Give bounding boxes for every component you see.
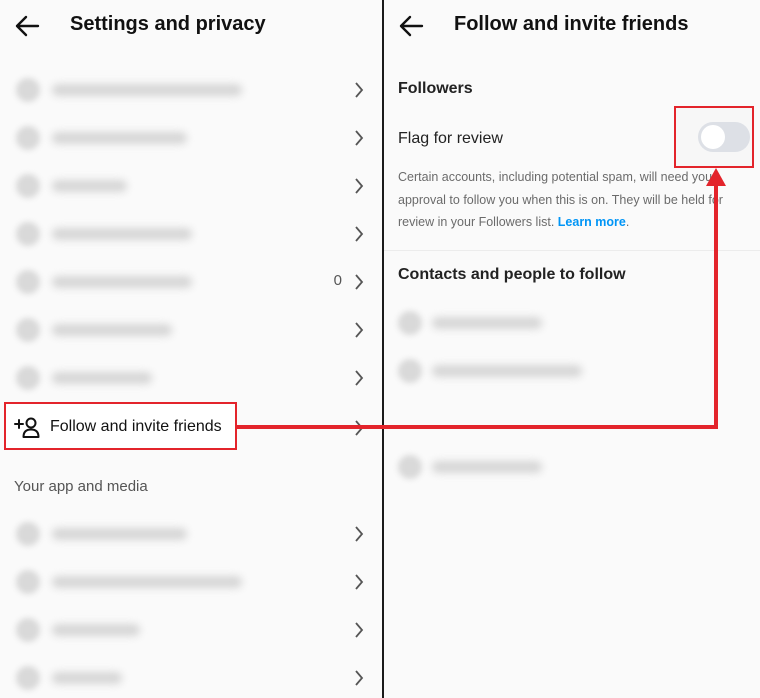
list-item[interactable] [0, 354, 382, 402]
chevron-right-icon [355, 370, 364, 386]
settings-and-privacy-panel: Settings and privacy 0 Follow and invite… [0, 0, 382, 698]
blurred-icon [16, 522, 40, 546]
blurred-label [52, 576, 242, 588]
list-item[interactable] [0, 558, 382, 606]
blurred-label [52, 372, 152, 384]
description-period: . [625, 215, 630, 229]
blurred-label [52, 132, 187, 144]
list-item[interactable] [0, 114, 382, 162]
list-item[interactable] [0, 654, 382, 698]
chevron-right-icon [355, 622, 364, 638]
blurred-label [432, 317, 542, 329]
blurred-label [52, 624, 140, 636]
toggle-knob [701, 125, 725, 149]
list-item[interactable] [398, 455, 558, 479]
page-title: Settings and privacy [70, 13, 266, 35]
toggle-highlight-box [674, 106, 754, 168]
blurred-label [52, 672, 122, 684]
chevron-right-icon [355, 178, 364, 194]
follow-and-invite-friends-item[interactable]: Follow and invite friends [4, 402, 237, 450]
list-item[interactable] [398, 311, 558, 335]
blurred-icon [16, 570, 40, 594]
blurred-label [52, 276, 192, 288]
back-arrow-icon[interactable] [14, 14, 40, 38]
chevron-right-icon [355, 322, 364, 338]
list-item[interactable] [0, 66, 382, 114]
list-item[interactable] [0, 162, 382, 210]
blurred-icon [16, 618, 40, 642]
blurred-icon [16, 270, 40, 294]
chevron-right-icon [355, 526, 364, 542]
blurred-icon [398, 359, 422, 383]
blurred-icon [16, 78, 40, 102]
contacts-heading: Contacts and people to follow [398, 266, 626, 283]
blurred-icon [16, 318, 40, 342]
blurred-label [432, 461, 542, 473]
blurred-icon [398, 311, 422, 335]
blurred-label [432, 365, 582, 377]
follow-item-label: Follow and invite friends [50, 418, 222, 435]
blurred-icon [16, 174, 40, 198]
list-item[interactable] [398, 359, 598, 383]
flag-for-review-label: Flag for review [398, 130, 503, 147]
list-item[interactable] [0, 306, 382, 354]
list-item[interactable] [0, 606, 382, 654]
chevron-right-icon [355, 226, 364, 242]
list-item[interactable]: 0 [0, 258, 382, 306]
flag-for-review-toggle[interactable] [698, 122, 750, 152]
followers-heading: Followers [398, 80, 473, 97]
back-arrow-icon[interactable] [398, 14, 424, 38]
list-item[interactable] [0, 510, 382, 558]
blurred-label [52, 528, 187, 540]
blurred-icon [398, 455, 422, 479]
learn-more-link[interactable]: Learn more [558, 215, 626, 229]
chevron-right-icon [355, 274, 364, 290]
restricted-count: 0 [333, 272, 342, 289]
blurred-icon [16, 366, 40, 390]
blurred-icon [16, 666, 40, 690]
chevron-right-icon [355, 670, 364, 686]
blurred-icon [16, 222, 40, 246]
blurred-label [52, 84, 242, 96]
chevron-right-icon [355, 130, 364, 146]
follow-and-invite-friends-panel: Follow and invite friends Followers Flag… [384, 0, 760, 698]
chevron-right-icon [355, 574, 364, 590]
add-person-icon [14, 417, 40, 438]
flag-description: Certain accounts, including potential sp… [398, 166, 753, 234]
list-item[interactable] [0, 210, 382, 258]
section-header-your-app: Your app and media [14, 478, 148, 495]
section-divider [384, 250, 760, 251]
blurred-icon [16, 126, 40, 150]
chevron-right-icon [355, 82, 364, 98]
blurred-label [52, 324, 172, 336]
blurred-label [52, 180, 127, 192]
page-title: Follow and invite friends [454, 13, 689, 35]
chevron-right-icon [355, 420, 364, 436]
blurred-label [52, 228, 192, 240]
